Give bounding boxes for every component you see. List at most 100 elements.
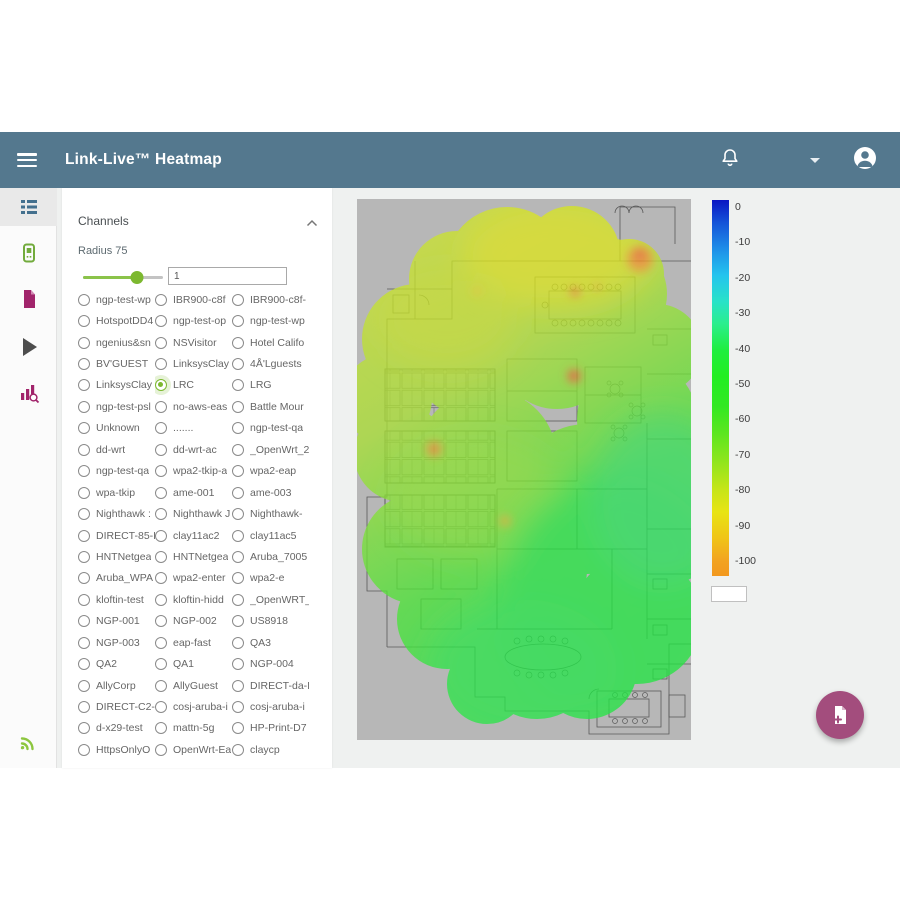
- radio-button-icon[interactable]: [155, 615, 167, 627]
- hamburger-menu-icon[interactable]: [17, 153, 37, 167]
- radio-button-icon[interactable]: [232, 401, 244, 413]
- radio-button-icon[interactable]: [78, 701, 90, 713]
- ssid-radio-option[interactable]: wpa2-eap: [232, 461, 309, 482]
- radio-button-icon[interactable]: [78, 444, 90, 456]
- ssid-radio-option[interactable]: NGP-002: [155, 611, 232, 632]
- radio-button-icon[interactable]: [78, 530, 90, 542]
- radio-button-icon[interactable]: [155, 680, 167, 692]
- radio-button-icon[interactable]: [78, 379, 90, 391]
- ssid-radio-option[interactable]: LinksysClay: [78, 375, 155, 396]
- ssid-radio-option[interactable]: Unknown: [78, 418, 155, 439]
- ssid-radio-option[interactable]: dd-wrt-ac: [155, 439, 232, 460]
- ssid-radio-option[interactable]: _OpenWrt_2: [232, 439, 309, 460]
- ssid-radio-option[interactable]: HNTNetgea: [78, 546, 155, 567]
- ssid-radio-option[interactable]: clay11ac2: [155, 525, 232, 546]
- radio-button-icon[interactable]: [78, 465, 90, 477]
- radio-button-icon[interactable]: [232, 487, 244, 499]
- ssid-radio-option[interactable]: Hotel Califo: [232, 332, 309, 353]
- radio-button-icon[interactable]: [155, 422, 167, 434]
- radio-button-icon[interactable]: [155, 337, 167, 349]
- radio-button-icon[interactable]: [155, 637, 167, 649]
- radio-button-icon[interactable]: [155, 572, 167, 584]
- radio-button-icon[interactable]: [232, 337, 244, 349]
- ssid-radio-option[interactable]: ngp-test-qa: [78, 461, 155, 482]
- radio-button-icon[interactable]: [78, 422, 90, 434]
- ssid-radio-option[interactable]: kloftin-test: [78, 589, 155, 610]
- radio-button-icon[interactable]: [155, 530, 167, 542]
- ssid-radio-option[interactable]: eap-fast: [155, 632, 232, 653]
- ssid-radio-option[interactable]: wpa2-e: [232, 568, 309, 589]
- radio-button-icon[interactable]: [78, 401, 90, 413]
- radio-button-icon[interactable]: [155, 487, 167, 499]
- ssid-radio-option[interactable]: Aruba_WPA: [78, 568, 155, 589]
- radio-button-icon[interactable]: [232, 422, 244, 434]
- ssid-radio-option[interactable]: dd-wrt: [78, 439, 155, 460]
- ssid-radio-option[interactable]: claycp: [232, 739, 309, 760]
- ssid-radio-option[interactable]: ngp-test-psl: [78, 396, 155, 417]
- ssid-radio-option[interactable]: 4Å'Lguests: [232, 353, 309, 374]
- ssid-radio-option[interactable]: wpa-tkip: [78, 482, 155, 503]
- ssid-radio-option[interactable]: QA3: [232, 632, 309, 653]
- radio-button-icon[interactable]: [155, 294, 167, 306]
- radio-button-icon[interactable]: [232, 315, 244, 327]
- radio-button-icon[interactable]: [232, 530, 244, 542]
- ssid-radio-option[interactable]: Aruba_7005: [232, 546, 309, 567]
- nav-item-analysis[interactable]: [0, 374, 57, 412]
- radio-button-icon[interactable]: [155, 594, 167, 606]
- ssid-radio-option[interactable]: Nighthawk J: [155, 503, 232, 524]
- nav-item-list-view[interactable]: [0, 188, 57, 226]
- radio-button-icon[interactable]: [155, 358, 167, 370]
- radio-button-icon[interactable]: [155, 722, 167, 734]
- radius-slider[interactable]: [83, 276, 163, 279]
- radio-button-icon[interactable]: [78, 508, 90, 520]
- radio-button-icon[interactable]: [232, 358, 244, 370]
- ssid-radio-option[interactable]: LinksysClay: [155, 353, 232, 374]
- radio-button-icon[interactable]: [232, 551, 244, 563]
- ssid-radio-option[interactable]: ngp-test-wp: [232, 310, 309, 331]
- ssid-radio-option[interactable]: HttpsOnlyO: [78, 739, 155, 760]
- dropdown-caret-icon[interactable]: [810, 158, 820, 163]
- radio-button-icon[interactable]: [232, 615, 244, 627]
- nav-item-document[interactable]: [0, 280, 57, 318]
- radio-button-icon[interactable]: [232, 744, 244, 756]
- ssid-radio-option[interactable]: BV'GUEST: [78, 353, 155, 374]
- ssid-radio-option[interactable]: NGP-003: [78, 632, 155, 653]
- radius-value-input[interactable]: [168, 267, 287, 285]
- radio-button-icon[interactable]: [232, 465, 244, 477]
- radio-button-icon[interactable]: [155, 444, 167, 456]
- radio-button-icon[interactable]: [78, 658, 90, 670]
- radio-button-icon[interactable]: [232, 508, 244, 520]
- ssid-radio-option[interactable]: .......: [155, 418, 232, 439]
- nav-item-play[interactable]: [0, 328, 57, 366]
- ssid-radio-option[interactable]: cosj-aruba-i: [232, 696, 309, 717]
- radio-button-icon[interactable]: [155, 701, 167, 713]
- ssid-radio-option[interactable]: IBR900-c8f-: [232, 289, 309, 310]
- ssid-radio-option[interactable]: NGP-001: [78, 611, 155, 632]
- ssid-radio-option[interactable]: _OpenWRT_: [232, 589, 309, 610]
- radio-button-icon[interactable]: [232, 379, 244, 391]
- radio-button-icon[interactable]: [232, 594, 244, 606]
- radio-button-icon[interactable]: [232, 294, 244, 306]
- ssid-radio-option[interactable]: HotspotDD4: [78, 310, 155, 331]
- ssid-radio-option[interactable]: HNTNetgea: [155, 546, 232, 567]
- ssid-radio-option[interactable]: wpa2-enter: [155, 568, 232, 589]
- ssid-radio-option[interactable]: ame-003: [232, 482, 309, 503]
- ssid-radio-option[interactable]: OpenWrt-Ea: [155, 739, 232, 760]
- radio-button-icon[interactable]: [232, 722, 244, 734]
- radio-button-icon[interactable]: [232, 572, 244, 584]
- nav-item-signal[interactable]: [0, 722, 57, 760]
- ssid-radio-option[interactable]: ngp-test-op: [155, 310, 232, 331]
- radio-button-icon[interactable]: [232, 637, 244, 649]
- ssid-radio-option[interactable]: kloftin-hidd: [155, 589, 232, 610]
- add-document-fab[interactable]: [816, 691, 864, 739]
- ssid-radio-option[interactable]: LRC: [155, 375, 232, 396]
- legend-value-input[interactable]: [711, 586, 747, 602]
- ssid-radio-option[interactable]: HP-Print-D7: [232, 718, 309, 739]
- radio-button-icon[interactable]: [78, 615, 90, 627]
- radio-button-icon[interactable]: [155, 508, 167, 520]
- ssid-radio-option[interactable]: AllyCorp: [78, 675, 155, 696]
- heatmap-viewport[interactable]: [357, 199, 691, 740]
- radio-button-icon[interactable]: [78, 551, 90, 563]
- ssid-radio-option[interactable]: wpa2-tkip-a: [155, 461, 232, 482]
- radio-button-icon[interactable]: [155, 744, 167, 756]
